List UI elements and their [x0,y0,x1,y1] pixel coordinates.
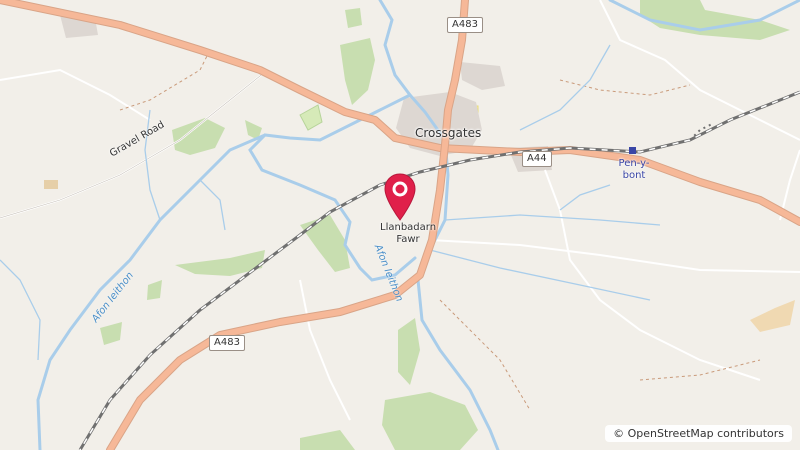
woodland-patch [172,118,225,155]
map-tiles [0,0,800,450]
woodland-patch [300,215,350,272]
farm-building [44,180,58,189]
woodland-patch [300,430,355,450]
farmland-area [750,300,795,332]
a483-road [107,0,468,450]
park-area [299,104,323,131]
woodland-patch [398,318,420,385]
woodland-patch [345,8,362,28]
road-shield-a483-north: A483 [447,17,483,33]
residential-area [460,62,505,90]
woodland-patch [640,0,790,40]
woodland-patch [147,280,162,300]
map-view[interactable]: A483 A44 A483 Gravel Road Crossgates Lla… [0,0,800,450]
map-pin-icon[interactable] [383,172,417,222]
woodland-patch [382,392,478,450]
station-icon [629,147,636,154]
woodland-patch [340,38,375,105]
road-shield-a44: A44 [522,151,552,167]
road-shield-a483-south: A483 [209,335,245,351]
attribution-label[interactable]: © OpenStreetMap contributors [605,425,792,442]
woodland-patch [100,322,122,345]
gravel-road [0,71,266,219]
